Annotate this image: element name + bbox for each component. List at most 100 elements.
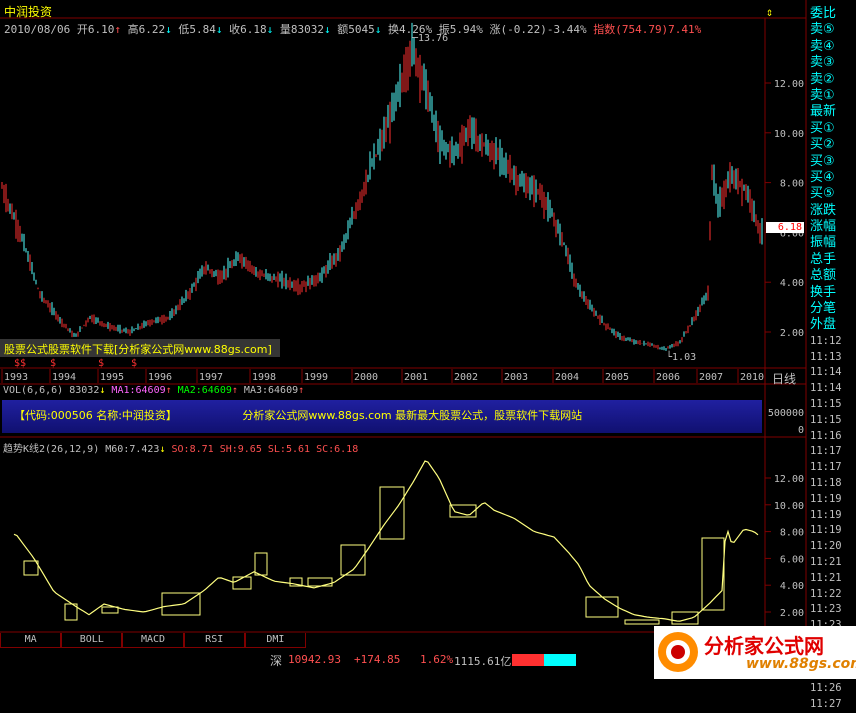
current-price-tag: 6.18 xyxy=(766,222,804,233)
signal-marker: $$ xyxy=(14,358,26,369)
quote-row[interactable]: 买⑤ xyxy=(806,186,856,202)
price-tick: 12.00 xyxy=(774,79,804,90)
logo-name: 分析家公式网 xyxy=(704,634,824,658)
year-tick: 2004 xyxy=(555,372,579,383)
quote-row[interactable]: 换手 xyxy=(806,285,856,301)
volume-legend: VOL(6,6,6) 83032↓ MA1:64609↑ MA2:64609↑ … xyxy=(3,385,305,396)
quote-row[interactable]: 卖① xyxy=(806,88,856,104)
price-tick: 10.00 xyxy=(774,129,804,140)
year-tick: 2007 xyxy=(699,372,723,383)
price-tick: 4.00 xyxy=(780,278,804,289)
quote-row[interactable]: 委比 xyxy=(806,6,856,22)
vol-value: 83032 xyxy=(290,23,324,36)
high-value: 6.22 xyxy=(138,23,166,36)
signal-marker: $ xyxy=(131,358,137,369)
indicator-tick: 8.00 xyxy=(780,528,804,539)
amount-label: 额 xyxy=(337,23,349,36)
quote-row[interactable]: 涨幅 xyxy=(806,219,856,235)
market-amount: 1115.61亿 xyxy=(454,655,512,668)
tick-time: 11:12 xyxy=(810,334,842,347)
trend-candle xyxy=(23,560,39,576)
peak-price-label: ─13.76 xyxy=(412,33,449,44)
logo-emblem-icon xyxy=(658,632,698,672)
year-tick: 1996 xyxy=(148,372,172,383)
quote-row[interactable]: 买① xyxy=(806,121,856,137)
stock-title: 中润投资 xyxy=(4,5,53,19)
tick-time: 11:19 xyxy=(810,492,842,505)
quote-row[interactable]: 振幅 xyxy=(806,235,856,251)
trend-candle xyxy=(101,606,119,614)
year-tick: 2002 xyxy=(454,372,478,383)
tab-rsi[interactable]: RSI xyxy=(183,633,245,648)
site-logo: 分析家公式网 www.88gs.com xyxy=(654,626,856,679)
tab-dmi[interactable]: DMI xyxy=(244,633,307,648)
quote-row[interactable]: 卖② xyxy=(806,72,856,88)
indicator-tick: 6.00 xyxy=(780,554,804,565)
quote-row[interactable]: 卖③ xyxy=(806,55,856,71)
quote-row[interactable]: 分笔 xyxy=(806,301,856,317)
tick-time: 11:13 xyxy=(810,350,842,363)
indicator-tick: 12.00 xyxy=(774,474,804,485)
market-change: +174.85 xyxy=(354,653,401,666)
trend-candle xyxy=(585,596,619,618)
year-tick: 2003 xyxy=(504,372,528,383)
indicator-tick: 10.00 xyxy=(774,501,804,512)
market-pct: 1.62% xyxy=(420,653,454,666)
tab-macd[interactable]: MACD xyxy=(122,633,184,648)
close-value: 6.18 xyxy=(240,23,267,36)
quote-row[interactable]: 涨跌 xyxy=(806,203,856,219)
index-label: 指数 xyxy=(593,23,616,36)
turnover-label: 换 xyxy=(387,23,399,36)
tab-ma[interactable]: MA xyxy=(0,633,62,648)
quote-panel: 委比 卖⑤ 卖④ 卖③ 卖② 卖① 最新 买① 买② 买③ 买④ 买⑤ 涨跌 涨幅 振幅 总手 总额 换手 分笔 外盘… xyxy=(806,6,856,713)
quote-row[interactable]: 总额 xyxy=(806,268,856,284)
quote-row[interactable]: 卖④ xyxy=(806,39,856,55)
quote-row[interactable]: 卖⑤ xyxy=(806,22,856,38)
quote-row[interactable]: 买④ xyxy=(806,170,856,186)
quote-row[interactable]: 外盘 xyxy=(806,317,856,333)
tick-time: 11:18 xyxy=(810,476,842,489)
vol-label: 量 xyxy=(279,23,291,36)
market-bar xyxy=(512,654,577,666)
promo-text[interactable]: 股票公式股票软件下载[分析家公式网www.88gs.com] xyxy=(4,341,272,357)
tick-time: 11:21 xyxy=(810,571,842,584)
tab-boll[interactable]: BOLL xyxy=(61,633,123,648)
quote-row[interactable]: 买② xyxy=(806,137,856,153)
quote-row[interactable]: 最新 xyxy=(806,104,856,120)
tick-time: 11:19 xyxy=(810,524,842,537)
quote-row[interactable]: 总手 xyxy=(806,252,856,268)
year-tick: 2000 xyxy=(354,372,378,383)
indicator-tick: 4.00 xyxy=(780,581,804,592)
logo-url: www.88gs.com xyxy=(746,656,856,672)
tick-time: 11:21 xyxy=(810,555,842,568)
tick-time: 11:14 xyxy=(810,366,842,379)
indicator-tabs: MA BOLL MACD RSI DMI xyxy=(0,633,307,648)
low-value: 5.84 xyxy=(189,23,216,36)
year-tick: 2001 xyxy=(404,372,428,383)
close-label: 收 xyxy=(229,23,241,36)
year-tick: 1999 xyxy=(304,372,328,383)
year-tick: 2010 xyxy=(740,372,764,383)
open-value: 6.10 xyxy=(87,23,115,36)
indicator-tick: 2.00 xyxy=(780,608,804,619)
quote-row[interactable]: 买③ xyxy=(806,154,856,170)
amount-value: 5045 xyxy=(348,23,375,36)
quote-info-line: 2010/08/06 开6.10↑ 高6.22↓ 低5.84↓ 收6.18↓ 量… xyxy=(4,23,702,36)
year-tick: 1995 xyxy=(100,372,124,383)
scroll-arrows-icon[interactable]: ⇕ xyxy=(766,5,773,19)
tick-time: 11:26 xyxy=(810,682,842,695)
trend-candle xyxy=(254,552,268,576)
market-label: 深 xyxy=(270,654,283,668)
trend-candle xyxy=(671,611,699,625)
tick-time: 11:22 xyxy=(810,587,842,600)
period-label[interactable]: 日线 xyxy=(772,370,796,387)
tick-time: 11:15 xyxy=(810,413,842,426)
year-tick: 2006 xyxy=(656,372,680,383)
change-label: 涨 xyxy=(489,23,501,36)
low-label: 低 xyxy=(178,23,190,36)
signal-marker: $ xyxy=(98,358,104,369)
open-label: 开 xyxy=(76,23,88,36)
signal-marker: $ xyxy=(50,358,56,369)
index-value: (754.79)7.41% xyxy=(615,23,702,36)
year-tick: 1993 xyxy=(4,372,28,383)
